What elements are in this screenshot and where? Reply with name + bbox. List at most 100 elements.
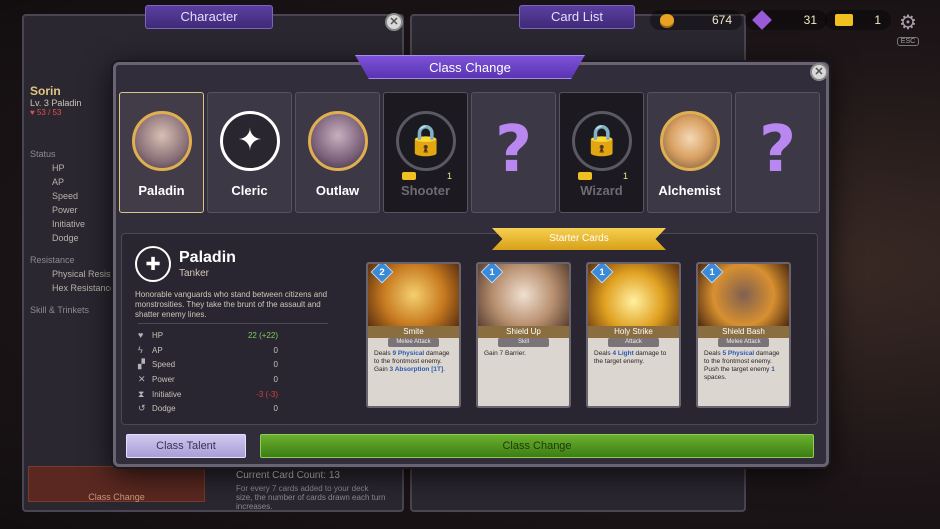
class-talent-button[interactable]: Class Talent — [126, 434, 246, 458]
card-text: Deals 4 Light damage to the target enemy… — [594, 350, 675, 366]
class-name: Paladin — [179, 249, 236, 266]
dialog-title: Class Change — [355, 55, 585, 79]
card-text-part: Deals — [704, 350, 723, 357]
lock-icon: 🔒 — [572, 111, 632, 171]
stat-row-hp: ♥ HP 22 (+22) — [138, 328, 278, 343]
stat-name: Dodge — [152, 404, 176, 414]
question-mark-icon: ? — [758, 113, 797, 187]
class-list: Paladin ✦ Cleric Outlaw 🔒 1 Shooter ? 🔒 … — [119, 92, 820, 213]
stat-row-speed: ▞ Speed 0 — [138, 357, 278, 372]
character-close-button[interactable]: ✕ — [385, 13, 403, 31]
starter-cards-banner: Starter Cards — [492, 228, 666, 250]
hero-hp: ♥ 53 / 53 — [30, 108, 81, 117]
class-label: Paladin — [138, 183, 185, 198]
gem-amount: 31 — [803, 13, 817, 27]
starter-card-list: 2 Smite Melee Attack Deals 9 Physical da… — [366, 262, 791, 408]
hourglass-icon: ⧗ — [138, 388, 145, 399]
card-cost-value: 1 — [709, 266, 715, 278]
gold-icon — [660, 14, 674, 26]
stat-value: 0 — [273, 360, 278, 370]
class-card-cleric[interactable]: ✦ Cleric — [207, 92, 292, 213]
card-cost-value: 1 — [599, 266, 605, 278]
class-description: Honorable vanguards who stand between ci… — [135, 290, 328, 319]
ticket-counter: 1 — [825, 10, 891, 30]
tab-character[interactable]: Character — [145, 5, 273, 29]
tab-card-list[interactable]: Card List — [519, 5, 635, 29]
card-text-part: spaces. — [704, 374, 727, 381]
stat-name: Speed — [152, 360, 176, 370]
card-text-value: 9 Physical — [392, 350, 425, 357]
starter-card-smite[interactable]: 2 Smite Melee Attack Deals 9 Physical da… — [366, 262, 461, 408]
ticket-amount: 1 — [874, 13, 881, 27]
card-type: Attack — [608, 338, 659, 347]
dialog-close-button[interactable]: ✕ — [810, 63, 828, 81]
outlaw-portrait — [308, 111, 368, 171]
hero-hp-value: 53 / 53 — [36, 108, 62, 117]
gold-amount: 674 — [711, 13, 732, 27]
card-cost-value: 2 — [379, 266, 385, 278]
class-card-unknown[interactable]: ? — [735, 92, 820, 213]
starter-card-shield-up[interactable]: 1 Shield Up Skill Gain 7 Barrier. — [476, 262, 571, 408]
stat-name: Initiative — [152, 389, 182, 399]
class-detail-header: ✚ Paladin Tanker — [135, 246, 236, 282]
class-label: Wizard — [580, 183, 623, 198]
cleric-emblem-icon: ✦ — [220, 111, 280, 171]
class-label: Alchemist — [658, 183, 721, 198]
card-text: Deals 5 Physical damage to the frontmost… — [704, 350, 785, 382]
card-text: Deals 9 Physical damage to the frontmost… — [374, 350, 455, 374]
gold-counter: 674 — [650, 10, 742, 30]
settings-hint: ESC — [897, 37, 919, 46]
unlock-cost: 1 — [578, 171, 628, 181]
paladin-emblem-icon: ✚ — [135, 246, 171, 282]
card-count: Current Card Count: 13 — [236, 470, 340, 481]
paladin-portrait — [132, 111, 192, 171]
heart-icon: ♥ — [138, 330, 144, 341]
card-text-value: 1 — [771, 366, 775, 373]
starter-card-shield-bash[interactable]: 1 Shield Bash Melee Attack Deals 5 Physi… — [696, 262, 791, 408]
ticket-icon — [835, 14, 853, 26]
class-card-shooter[interactable]: 🔒 1 Shooter — [383, 92, 468, 213]
class-card-wizard[interactable]: 🔒 1 Wizard — [559, 92, 644, 213]
heart-icon: ♥ — [30, 108, 35, 117]
card-cost-value: 1 — [489, 266, 495, 278]
class-card-unknown[interactable]: ? — [471, 92, 556, 213]
settings-button[interactable]: ⚙ ESC — [897, 10, 919, 46]
class-change-button[interactable]: Class Change — [260, 434, 814, 458]
stat-row-ap: ϟ AP 0 — [138, 343, 278, 358]
stat-value: 0 — [273, 374, 278, 384]
alchemist-portrait — [660, 111, 720, 171]
class-card-paladin[interactable]: Paladin — [119, 92, 204, 213]
question-mark-icon: ? — [494, 113, 533, 187]
stat-value: 22 (+22) — [247, 330, 278, 340]
card-name: Shield Bash — [698, 326, 789, 338]
stat-value: 0 — [273, 345, 278, 355]
class-card-outlaw[interactable]: Outlaw — [295, 92, 380, 213]
stat-row-power: ✕ Power 0 — [138, 372, 278, 387]
card-text-part: Deals — [374, 350, 393, 357]
ticket-icon — [402, 172, 416, 180]
card-text-value: 4 Light — [612, 350, 634, 357]
card-text: Gain 7 Barrier. — [484, 350, 565, 358]
underlay-class-change-button[interactable]: Class Change — [28, 466, 205, 502]
card-type: Melee Attack — [388, 338, 439, 347]
class-stats: ♥ HP 22 (+22) ϟ AP 0 ▞ Speed 0 ✕ Power 0 ⧗ Initia… — [138, 328, 278, 416]
card-name: Holy Strike — [588, 326, 679, 338]
stat-name: HP — [152, 330, 164, 340]
divider — [138, 323, 328, 324]
ticket-icon — [578, 172, 592, 180]
stat-value: 0 — [273, 404, 278, 414]
card-count-note: For every 7 cards added to your deck siz… — [236, 484, 386, 511]
class-card-alchemist[interactable]: Alchemist — [647, 92, 732, 213]
unlock-cost-value: 1 — [446, 171, 452, 181]
dodge-icon: ↺ — [138, 403, 146, 414]
card-text-part: Gain — [484, 350, 500, 357]
stat-row-dodge: ↺ Dodge 0 — [138, 401, 278, 416]
card-text-part: Deals — [594, 350, 613, 357]
card-name: Smite — [368, 326, 459, 338]
class-label: Outlaw — [315, 183, 360, 198]
hero-summary: Sorin Lv. 3 Paladin ♥ 53 / 53 — [30, 84, 81, 117]
hero-name: Sorin — [30, 84, 61, 98]
stat-row-initiative: ⧗ Initiative -3 (-3) — [138, 387, 278, 402]
starter-card-holy-strike[interactable]: 1 Holy Strike Attack Deals 4 Light damag… — [586, 262, 681, 408]
card-name: Shield Up — [478, 326, 569, 338]
